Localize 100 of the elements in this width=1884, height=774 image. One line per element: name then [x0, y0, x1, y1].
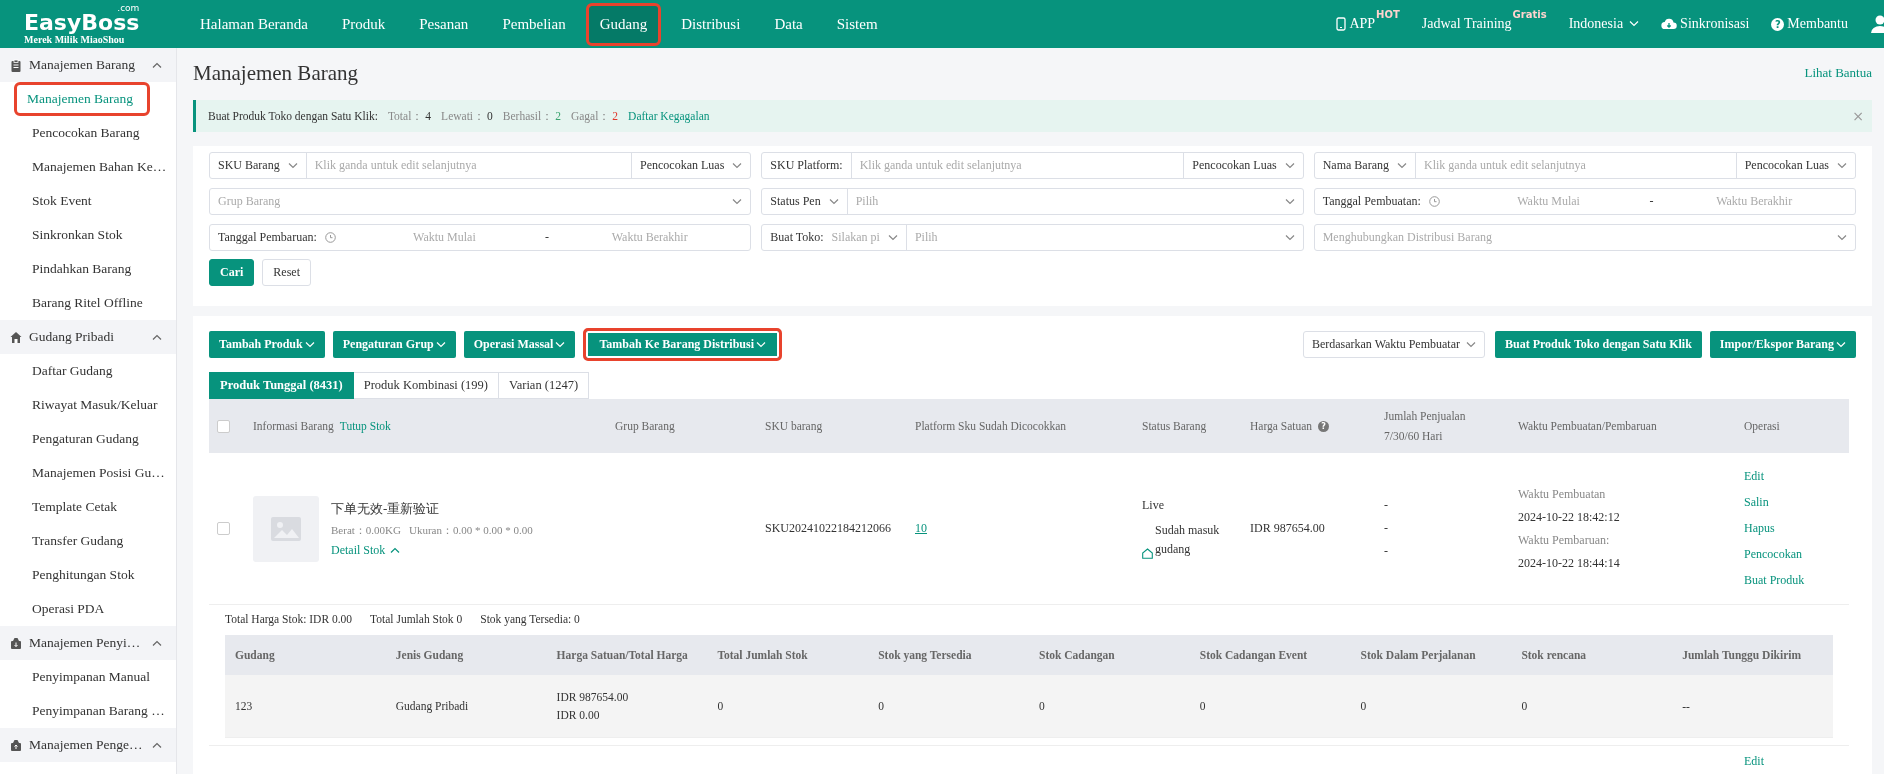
operation-link[interactable]: Pencocokan: [1744, 547, 1805, 562]
dropdown-field[interactable]: Menghubungkan Distribusi Barang: [1313, 224, 1856, 251]
search-field[interactable]: SKU Barang Klik ganda untuk edit selanjutnya Pencocokan Luas: [209, 152, 752, 179]
nav-item[interactable]: Sistem: [822, 2, 892, 46]
date-range-field[interactable]: Tanggal Pembuatan: Waktu Mulai - Waktu Berakhir: [1313, 188, 1856, 215]
sidebar-item[interactable]: Riwayat Masuk/Keluar: [0, 388, 176, 422]
table-cell-text: 0: [1039, 700, 1046, 712]
nav-item[interactable]: Halaman Beranda: [186, 2, 322, 46]
nav-item[interactable]: Pesanan: [405, 2, 483, 46]
sidebar-group[interactable]: Manajemen Penge…: [0, 728, 176, 762]
action-button[interactable]: Buat Produk Toko dengan Satu Klik: [1495, 331, 1702, 358]
operation-link[interactable]: Salin: [1744, 495, 1805, 510]
sidebar-item[interactable]: Pindahkan Barang: [0, 252, 176, 286]
match-select[interactable]: Pencocokan Luas: [631, 153, 751, 178]
close-button[interactable]: ×: [1852, 108, 1864, 124]
sidebar-item[interactable]: Penyimpanan Barang …: [0, 694, 176, 728]
weight-text: Berat：0.00KG: [331, 522, 401, 538]
filter-label: SKU Platform:: [769, 157, 844, 174]
column-header: Stok rencana: [1511, 635, 1673, 675]
sidebar-item[interactable]: Manajemen Bahan Ke…: [0, 150, 176, 184]
tab[interactable]: Produk Tunggal (8431): [209, 372, 354, 399]
failure-list-link[interactable]: Daftar Kegagalan: [628, 110, 710, 122]
sidebar-item[interactable]: Stok Event: [0, 184, 176, 218]
search-button[interactable]: Cari: [209, 259, 255, 286]
help-link[interactable]: Lihat Bantua: [1804, 65, 1872, 81]
clipboard-icon: [10, 58, 22, 72]
help-icon: ?: [1771, 17, 1785, 31]
action-button[interactable]: Operasi Massal: [463, 331, 576, 358]
column-header: Gudang: [225, 635, 386, 675]
column-header: Jenis Gudang: [385, 635, 547, 675]
caret-icon: [1837, 234, 1847, 241]
sales-value: -: [1384, 521, 1388, 536]
sidebar-item[interactable]: Template Cetak: [0, 490, 176, 524]
checkbox[interactable]: [217, 419, 230, 433]
stock-summary-text: Stok yang Tersedia: 0: [480, 613, 580, 625]
action-button[interactable]: Tambah Ke Barang Distribusi: [583, 328, 782, 361]
tool-link[interactable]: Indonesia: [1568, 16, 1640, 32]
nav-item[interactable]: Produk: [327, 2, 400, 46]
stock-detail-link[interactable]: Detail Stok: [331, 542, 533, 558]
table-cell-text: IDR 987654.00: [556, 691, 630, 703]
sidebar-item[interactable]: Sinkronkan Stok: [0, 218, 176, 252]
table-cell-text: 0: [1521, 700, 1529, 712]
nav-item[interactable]: Gudang: [585, 2, 662, 46]
sidebar-item[interactable]: Pencocokan Barang: [0, 116, 176, 150]
tab[interactable]: Varian (1247): [499, 372, 590, 399]
search-field[interactable]: Nama Barang Klik ganda untuk edit selanjutnya Pencocokan Luas: [1313, 152, 1856, 179]
column-header: Stok yang Tersedia: [868, 635, 1029, 675]
sidebar-item[interactable]: Manajemen Posisi Gu…: [0, 456, 176, 490]
sidebar-item[interactable]: Operasi PDA: [0, 592, 176, 626]
search-field[interactable]: SKU Platform: Klik ganda untuk edit selanjutnya Pencocokan Luas: [761, 152, 1304, 179]
sidebar-item[interactable]: Barang Ritel Offline: [0, 286, 176, 320]
sku-text: SKU20241022184212066: [765, 521, 891, 536]
table-cell-text: 123: [235, 700, 254, 712]
house-icon: [10, 330, 22, 344]
tool-link[interactable]: ? Membantu: [1771, 16, 1848, 32]
matched-count-link[interactable]: 10: [915, 521, 927, 536]
nav-item[interactable]: Pembelian: [488, 2, 580, 46]
sidebar-group[interactable]: Gudang Pribadi: [0, 320, 176, 354]
checkbox[interactable]: [217, 522, 230, 535]
sidebar-item[interactable]: Pengaturan Gudang: [0, 422, 176, 456]
stock-summary-text: Total Harga Stok: IDR 0.00: [225, 613, 353, 625]
reset-button[interactable]: Reset: [262, 259, 311, 286]
operation-link[interactable]: Edit: [1744, 754, 1764, 769]
action-button[interactable]: Pengaturan Grup: [332, 331, 456, 358]
operation-link[interactable]: Buat Produk: [1744, 573, 1805, 588]
action-button[interactable]: Impor/Ekspor Barang: [1709, 331, 1856, 358]
sidebar-item[interactable]: Manajemen Barang: [14, 82, 150, 116]
match-select[interactable]: Pencocokan Luas: [1183, 153, 1303, 178]
caret-icon: [435, 341, 446, 348]
sidebar-group[interactable]: Manajemen Penyi…: [0, 626, 176, 660]
date-range-field[interactable]: Tanggal Pembaruan: Waktu Mulai - Waktu Berakhir: [209, 224, 752, 251]
product-name: 下单无效-重新验证: [331, 499, 441, 518]
sidebar-item[interactable]: Penyimpanan Manual: [0, 660, 176, 694]
sidebar-item[interactable]: Penghitungan Stok: [0, 558, 176, 592]
caret-icon: [390, 547, 401, 553]
filter-type-select[interactable]: Nama Barang: [1314, 153, 1415, 178]
caret-icon: [1629, 21, 1640, 27]
nav-item[interactable]: Data: [760, 2, 817, 46]
sort-select[interactable]: Berdasarkan Waktu Pembuatar: [1302, 331, 1485, 358]
match-select[interactable]: Pencocokan Luas: [1735, 153, 1855, 178]
operation-link[interactable]: Edit: [1744, 469, 1805, 484]
table-cell-text: 0: [878, 700, 885, 712]
tab[interactable]: Produk Kombinasi (199): [353, 372, 500, 399]
column-header: Informasi Barang: [253, 419, 334, 435]
table-cell-text: 0: [1360, 700, 1368, 712]
nav-item[interactable]: Distribusi: [667, 2, 755, 46]
action-button[interactable]: Tambah Produk: [209, 331, 325, 358]
sidebar-item[interactable]: Transfer Gudang: [0, 524, 176, 558]
filter-type-select[interactable]: SKU Barang: [210, 153, 306, 178]
tool-link[interactable]: Jadwal Training: [1421, 16, 1512, 32]
user-icon: [1870, 15, 1884, 33]
tool-link[interactable]: Sinkronisasi: [1661, 16, 1750, 32]
sidebar-item[interactable]: Daftar Gudang: [0, 354, 176, 388]
tool-link[interactable]: APP: [1336, 16, 1376, 32]
dropdown-field[interactable]: Grup Barang: [209, 188, 752, 215]
close-stock-link[interactable]: Tutup Stok: [339, 416, 391, 436]
column-header: Status Barang: [1142, 419, 1207, 435]
caret-icon: [1396, 162, 1407, 169]
sidebar-group[interactable]: Manajemen Barang: [0, 48, 176, 82]
operation-link[interactable]: Hapus: [1744, 521, 1805, 536]
